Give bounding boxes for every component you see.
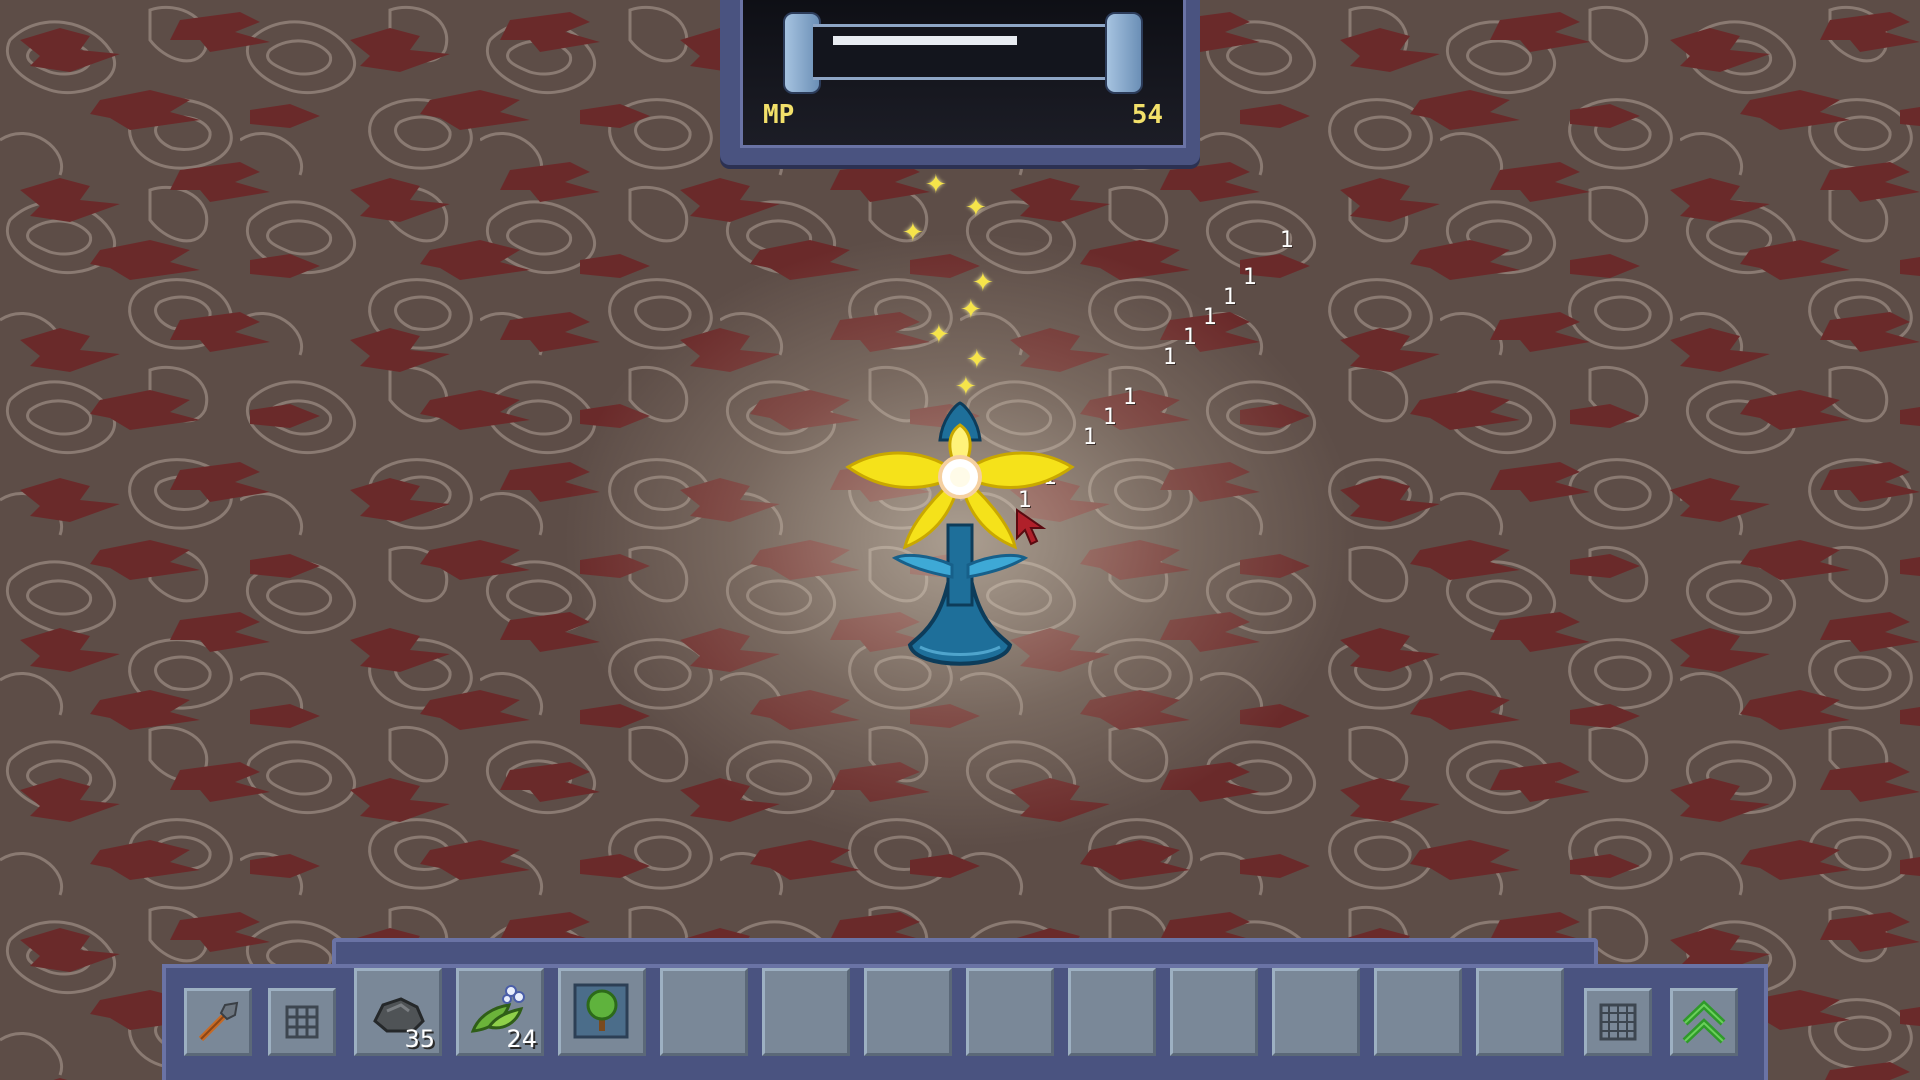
hotbar-slot[interactable] — [762, 968, 850, 1056]
damage-number: 1 — [1083, 425, 1097, 450]
damage-number: 1 — [1183, 325, 1197, 350]
hotbar-slot[interactable]: 24 — [456, 968, 544, 1056]
mp-panel-screen: MP 54 — [740, 0, 1186, 148]
mouse-cursor-icon — [1016, 508, 1047, 546]
damage-number: 1 — [1203, 305, 1217, 330]
item-count: 24 — [506, 1025, 537, 1053]
hotbar-slot[interactable] — [660, 968, 748, 1056]
expand-hotbar-button[interactable] — [1670, 988, 1738, 1056]
sparkle-icon: ✦ — [925, 170, 947, 200]
item-count: 35 — [404, 1025, 435, 1053]
hotbar-slot[interactable] — [1476, 968, 1564, 1056]
mp-panel: MP 54 — [720, 0, 1200, 165]
hotbar-slot[interactable]: 35 — [354, 968, 442, 1056]
damage-number: 1 — [1280, 228, 1294, 253]
grid-menu-button[interactable] — [1584, 988, 1652, 1056]
damage-number: 1 — [1223, 285, 1237, 310]
sparkle-icon: ✦ — [960, 295, 982, 325]
tree-sapling-icon — [573, 983, 629, 1039]
shovel-icon — [198, 1001, 239, 1042]
damage-number: 1 — [1103, 405, 1117, 430]
bar-right-cap — [1105, 12, 1143, 94]
damage-number: 1 — [1123, 385, 1137, 410]
mp-bar-fill — [833, 36, 1017, 45]
hotbar-slot[interactable] — [558, 968, 646, 1056]
sparkle-icon: ✦ — [902, 218, 924, 248]
grid-icon — [285, 1005, 319, 1039]
double-chevron-up-icon — [1682, 1000, 1726, 1044]
hotbar-slot[interactable] — [966, 968, 1054, 1056]
hotbar-slot[interactable] — [1272, 968, 1360, 1056]
hotbar-slot[interactable] — [1068, 968, 1156, 1056]
sparkle-icon: ✦ — [972, 268, 994, 298]
hotbar-slot[interactable] — [1170, 968, 1258, 1056]
grid-toggle-button[interactable] — [268, 988, 336, 1056]
sparkle-icon: ✦ — [966, 345, 988, 375]
hotbar-slot[interactable] — [864, 968, 952, 1056]
damage-number: 1 — [1243, 265, 1257, 290]
sparkle-icon: ✦ — [928, 320, 950, 350]
hotbar-slot[interactable] — [1374, 968, 1462, 1056]
mp-label: MP — [763, 100, 795, 130]
grid-icon — [1599, 1003, 1637, 1041]
sparkle-icon: ✦ — [965, 193, 987, 223]
mp-value: 54 — [1131, 100, 1163, 130]
mp-bar-track — [813, 24, 1113, 80]
game-scene[interactable]: ✦ ✦ ✦ ✦ ✦ ✦ ✦ ✦ ✦ 1 1 1 1 1 1 1 1 1 1 1 — [0, 0, 1920, 1080]
mp-bar — [783, 12, 1143, 94]
damage-number: 1 — [1163, 345, 1177, 370]
shovel-tool-button[interactable] — [184, 988, 252, 1056]
